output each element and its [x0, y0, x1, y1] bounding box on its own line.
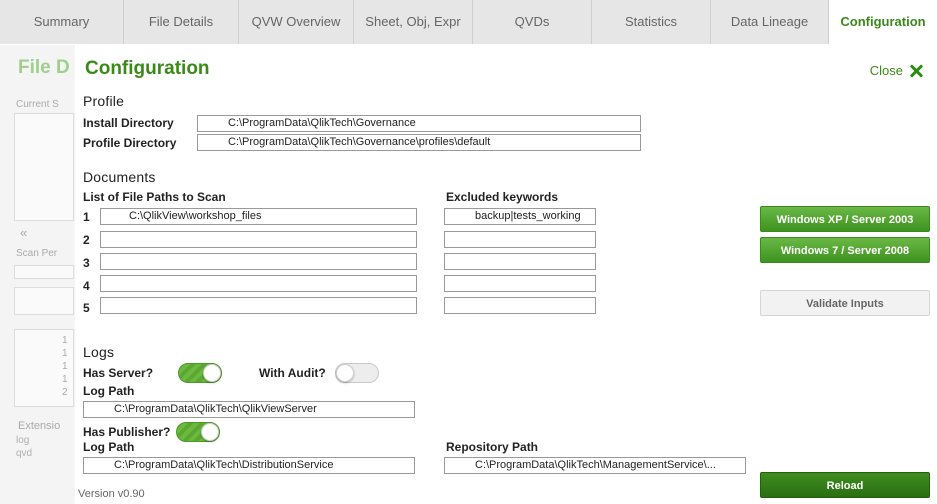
background-current-label: Current S — [16, 99, 59, 110]
row-number: 3 — [83, 256, 90, 270]
reload-button[interactable]: Reload — [760, 472, 930, 498]
tab-sheet-obj-expr[interactable]: Sheet, Obj, Expr — [354, 0, 473, 44]
file-path-input[interactable]: C:\QlikView\workshop_files — [100, 208, 417, 225]
background-page: File D Current S « Scan Per 1 1 1 1 2 Ex… — [0, 45, 75, 504]
repository-path-field[interactable]: C:\ProgramData\QlikTech\ManagementServic… — [444, 457, 746, 474]
server-log-path-label: Log Path — [83, 384, 135, 398]
has-server-label: Has Server? — [83, 366, 154, 380]
chevron-left-icon: « — [20, 225, 28, 240]
with-audit-toggle[interactable] — [335, 363, 379, 383]
has-publisher-toggle[interactable] — [176, 422, 220, 442]
background-num: 2 — [62, 387, 68, 398]
excluded-keyword-input[interactable] — [444, 297, 596, 314]
validate-inputs-button[interactable]: Validate Inputs — [760, 290, 930, 316]
has-server-toggle[interactable] — [178, 363, 222, 383]
file-path-input[interactable] — [100, 231, 417, 248]
file-path-input[interactable] — [100, 275, 417, 292]
excluded-keywords-label: Excluded keywords — [446, 190, 559, 204]
row-number: 1 — [83, 210, 90, 224]
file-paths-label: List of File Paths to Scan — [83, 190, 226, 204]
install-directory-field[interactable]: C:\ProgramData\QlikTech\Governance — [197, 115, 641, 132]
documents-heading: Documents — [83, 169, 156, 185]
row-number: 2 — [83, 233, 90, 247]
background-num: 1 — [62, 335, 68, 346]
tab-bar: Summary File Details QVW Overview Sheet,… — [0, 0, 937, 44]
excluded-keyword-input[interactable] — [444, 275, 596, 292]
toggle-knob — [201, 423, 219, 441]
profile-heading: Profile — [83, 93, 125, 109]
close-button[interactable]: Close — [870, 63, 923, 78]
background-ext-item: qvd — [16, 448, 33, 459]
close-label: Close — [869, 63, 903, 78]
toggle-knob — [203, 364, 221, 382]
tab-qvw-overview[interactable]: QVW Overview — [239, 0, 354, 44]
background-box — [14, 265, 74, 279]
install-directory-label: Install Directory — [83, 116, 174, 130]
windows-xp-server-2003-button[interactable]: Windows XP / Server 2003 — [760, 206, 930, 232]
publisher-log-path-label: Log Path — [83, 440, 135, 454]
excluded-keyword-input[interactable] — [444, 231, 596, 248]
file-path-input[interactable] — [100, 297, 417, 314]
tab-statistics[interactable]: Statistics — [592, 0, 711, 44]
background-ext-label: Extensio — [18, 420, 61, 432]
tab-qvds[interactable]: QVDs — [473, 0, 592, 44]
logs-heading: Logs — [83, 344, 115, 360]
row-number: 4 — [83, 279, 90, 293]
toggle-knob — [336, 364, 354, 382]
tab-summary[interactable]: Summary — [0, 0, 124, 44]
publisher-log-path-field[interactable]: C:\ProgramData\QlikTech\DistributionServ… — [83, 457, 415, 474]
profile-directory-label: Profile Directory — [83, 136, 177, 150]
has-publisher-label: Has Publisher? — [83, 425, 171, 439]
tab-file-details[interactable]: File Details — [124, 0, 239, 44]
server-log-path-field[interactable]: C:\ProgramData\QlikTech\QlikViewServer — [83, 401, 415, 418]
background-box — [14, 113, 74, 221]
tab-data-lineage[interactable]: Data Lineage — [711, 0, 829, 44]
background-title: File D — [18, 57, 70, 78]
page-title: Configuration — [85, 58, 210, 79]
tab-configuration[interactable]: Configuration — [829, 0, 937, 44]
repository-path-label: Repository Path — [446, 440, 539, 454]
background-num: 1 — [62, 361, 68, 372]
row-number: 5 — [83, 301, 90, 315]
excluded-keyword-input[interactable]: backup|tests_working — [444, 208, 596, 225]
background-num: 1 — [62, 348, 68, 359]
background-num: 1 — [62, 374, 68, 385]
background-ext-item: log — [16, 435, 30, 446]
windows-7-server-2008-button[interactable]: Windows 7 / Server 2008 — [760, 237, 930, 263]
configuration-panel: Configuration Close Profile Install Dire… — [75, 45, 937, 504]
profile-directory-field[interactable]: C:\ProgramData\QlikTech\Governance\profi… — [197, 134, 641, 151]
background-scan-label: Scan Per — [16, 248, 58, 259]
with-audit-label: With Audit? — [259, 366, 326, 380]
close-icon — [909, 64, 923, 78]
file-path-input[interactable] — [100, 253, 417, 270]
excluded-keyword-input[interactable] — [444, 253, 596, 270]
background-box — [14, 287, 74, 315]
version-label: Version v0.90 — [78, 488, 145, 500]
